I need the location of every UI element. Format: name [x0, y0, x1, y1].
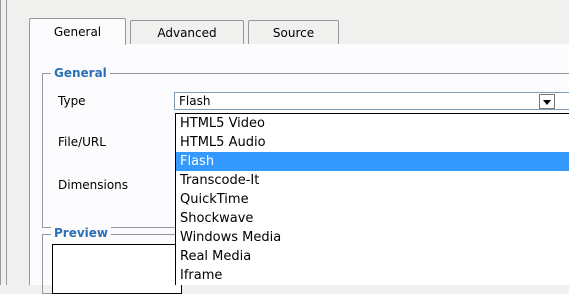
type-select-value: Flash [179, 94, 211, 108]
tab-source[interactable]: Source [248, 20, 339, 44]
type-label: Type [58, 94, 86, 108]
type-option-flash[interactable]: Flash [176, 152, 569, 171]
window-edge-inner [6, 0, 7, 285]
type-option-iframe[interactable]: Iframe [176, 266, 569, 285]
type-option-real-media[interactable]: Real Media [176, 247, 569, 266]
type-option-transcode-it[interactable]: Transcode-It [176, 171, 569, 190]
type-option-quicktime[interactable]: QuickTime [176, 190, 569, 209]
chevron-down-icon[interactable] [539, 94, 555, 109]
type-option-html5-video[interactable]: HTML5 Video [176, 114, 569, 133]
type-option-html5-audio[interactable]: HTML5 Audio [176, 133, 569, 152]
type-option-shockwave[interactable]: Shockwave [176, 209, 569, 228]
file-url-label: File/URL [58, 135, 106, 149]
preview-area [52, 244, 182, 294]
window-edge [0, 0, 1, 285]
type-select[interactable]: Flash [174, 92, 569, 110]
tab-general[interactable]: General [29, 18, 126, 45]
general-legend: General [51, 66, 110, 80]
tab-advanced[interactable]: Advanced [130, 20, 244, 44]
preview-legend: Preview [51, 226, 112, 240]
type-dropdown-list[interactable]: HTML5 Video HTML5 Audio Flash Transcode-… [175, 113, 569, 285]
type-option-windows-media[interactable]: Windows Media [176, 228, 569, 247]
dimensions-label: Dimensions [58, 178, 129, 192]
